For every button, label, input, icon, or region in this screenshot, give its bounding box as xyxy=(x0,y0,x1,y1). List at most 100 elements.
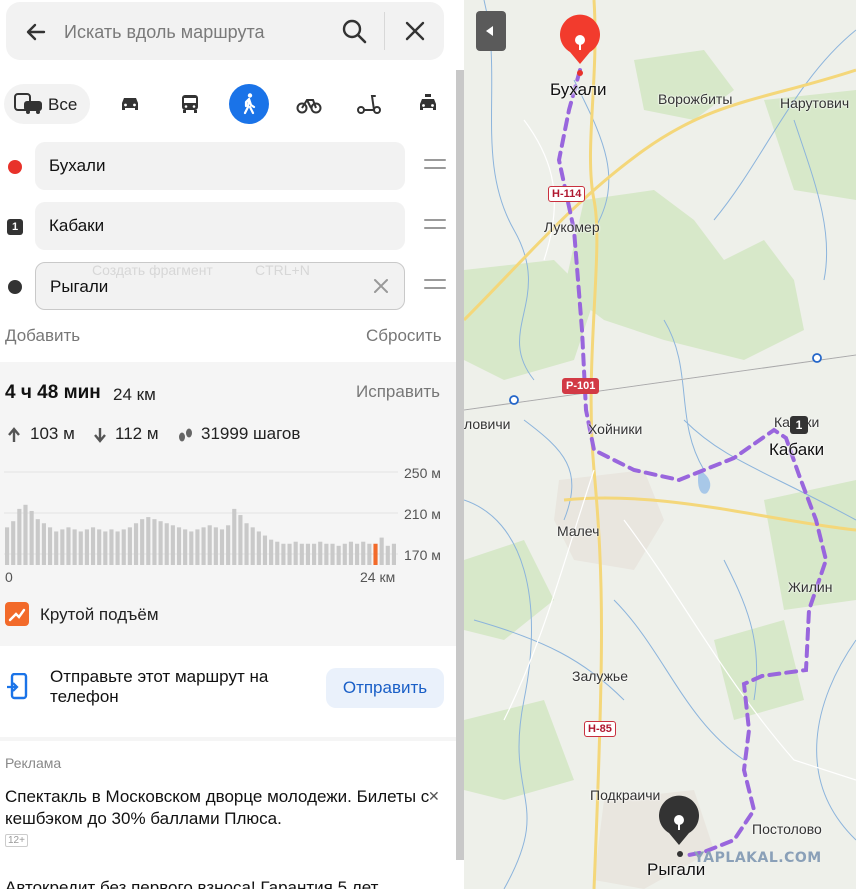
elevation-bar xyxy=(35,519,40,565)
elevation-bar xyxy=(146,517,151,565)
back-arrow-icon[interactable] xyxy=(22,18,50,46)
ads-divider xyxy=(0,737,460,741)
road-shield: Н-114 xyxy=(548,186,586,202)
waypoint-via: 1 Кабаки xyxy=(0,202,460,252)
y-tick-label: 250 м xyxy=(404,465,441,481)
fix-route-link[interactable]: Исправить xyxy=(356,382,440,402)
red-dot-icon xyxy=(8,160,22,174)
map-label: Залужье xyxy=(572,668,629,684)
elevation-bar xyxy=(201,527,206,565)
mode-all-button[interactable]: Все xyxy=(4,84,90,124)
x-tick-label: 0 xyxy=(5,569,13,582)
arrow-up-icon xyxy=(8,427,20,442)
transport-modes: Все xyxy=(4,82,460,126)
ascent-value: 103 м xyxy=(30,424,75,443)
elevation-bar xyxy=(219,529,225,565)
collapse-panel-button[interactable] xyxy=(476,11,506,51)
pedestrian-icon xyxy=(243,93,256,115)
search-along-route-input[interactable] xyxy=(64,16,324,48)
elevation-bar xyxy=(318,541,323,565)
watermark: YAPLAKAL.COM xyxy=(694,850,822,866)
mode-bike-button[interactable] xyxy=(288,84,328,124)
map-label: Постолово xyxy=(752,821,822,837)
map-label: Бухали xyxy=(550,80,607,99)
elevation-bar xyxy=(97,529,102,565)
mode-taxi-button[interactable] xyxy=(408,84,448,124)
drag-handle-icon[interactable] xyxy=(424,159,446,173)
route-search-bar xyxy=(6,2,444,60)
bicycle-icon xyxy=(296,99,322,114)
elevation-bar xyxy=(127,527,132,565)
steps-value: 31999 шагов xyxy=(201,424,301,443)
waypoint-number-badge[interactable]: 1 xyxy=(790,416,808,434)
elevation-bar xyxy=(213,527,218,565)
elevation-bar xyxy=(78,531,83,565)
elevation-bar xyxy=(133,523,139,565)
map-label: Жилин xyxy=(788,579,833,595)
mode-scooter-button[interactable] xyxy=(348,84,388,124)
elevation-bar xyxy=(11,521,16,565)
taxi-icon xyxy=(420,94,436,110)
bus-icon xyxy=(182,95,198,113)
map-view[interactable]: Бухали Ворожбиты Нарутович Н-114 Лукомер… xyxy=(464,0,856,889)
elevation-bar xyxy=(269,539,274,565)
mode-walk-button[interactable] xyxy=(229,84,269,124)
car-icon xyxy=(122,98,138,110)
elevation-bar xyxy=(385,545,390,565)
map-label: ловичи xyxy=(464,416,511,432)
elevation-bar xyxy=(312,543,317,565)
elevation-bar xyxy=(262,535,268,565)
drag-handle-icon[interactable] xyxy=(424,279,446,293)
steep-climb-row[interactable]: Крутой подъём xyxy=(5,602,305,628)
clear-icon[interactable] xyxy=(372,277,390,295)
mode-transit-button[interactable] xyxy=(170,84,210,124)
waypoint-to: Рыгали xyxy=(0,262,460,312)
elevation-bar xyxy=(72,529,77,565)
elevation-bar xyxy=(391,543,396,565)
elevation-bar xyxy=(244,523,249,565)
elevation-bar xyxy=(23,504,28,565)
waypoint-via-label: Кабаки xyxy=(49,216,105,235)
elevation-bar xyxy=(379,537,384,565)
age-rating-badge: 12+ xyxy=(5,834,28,847)
send-button[interactable]: Отправить xyxy=(326,668,444,708)
elevation-bar xyxy=(60,529,65,565)
dark-dot-icon xyxy=(8,280,22,294)
reset-link[interactable]: Сбросить xyxy=(366,326,442,346)
waypoint-to-field[interactable]: Рыгали xyxy=(35,262,405,310)
ad-text[interactable]: Автокредит без первого взноса! Гарантия … xyxy=(5,878,445,889)
elevation-bar xyxy=(226,525,231,565)
elevation-bar xyxy=(195,529,200,565)
elevation-bar xyxy=(29,510,34,565)
ad-close-icon[interactable]: ✕ xyxy=(428,788,440,805)
elevation-bar xyxy=(256,531,261,565)
add-waypoint-link[interactable]: Добавить xyxy=(5,326,80,346)
elevation-bar xyxy=(373,543,378,565)
elevation-bar xyxy=(17,508,22,565)
waypoint-from-field[interactable]: Бухали xyxy=(35,142,405,190)
elevation-bar xyxy=(232,508,237,565)
elevation-bar xyxy=(250,527,255,565)
elevation-bar xyxy=(47,527,53,565)
elevation-bar xyxy=(355,543,360,565)
ad-text[interactable]: Спектакль в Московском дворце молодежи. … xyxy=(5,786,445,830)
elevation-bar xyxy=(140,519,145,565)
search-icon[interactable] xyxy=(340,17,368,45)
send-to-phone-text: Отправьте этот маршрут на телефон xyxy=(50,667,269,706)
ads-label: Реклама xyxy=(5,755,62,771)
panel-scrollbar[interactable] xyxy=(456,70,464,860)
x-tick-label: 24 км xyxy=(360,569,395,582)
elevation-bar xyxy=(66,527,71,565)
waypoint-number-badge: 1 xyxy=(7,219,23,235)
close-icon[interactable] xyxy=(402,18,428,44)
elevation-bar xyxy=(164,523,169,565)
drag-handle-icon[interactable] xyxy=(424,219,446,233)
elevation-bar xyxy=(287,543,292,565)
route-distance: 24 км xyxy=(113,385,156,404)
route-duration: 4 ч 48 мин xyxy=(5,382,101,403)
mode-car-button[interactable] xyxy=(110,84,150,124)
y-tick-label: 210 м xyxy=(404,506,441,522)
elevation-bar xyxy=(176,527,182,565)
map-label: Лукомер xyxy=(544,219,600,235)
waypoint-via-field[interactable]: Кабаки xyxy=(35,202,405,250)
